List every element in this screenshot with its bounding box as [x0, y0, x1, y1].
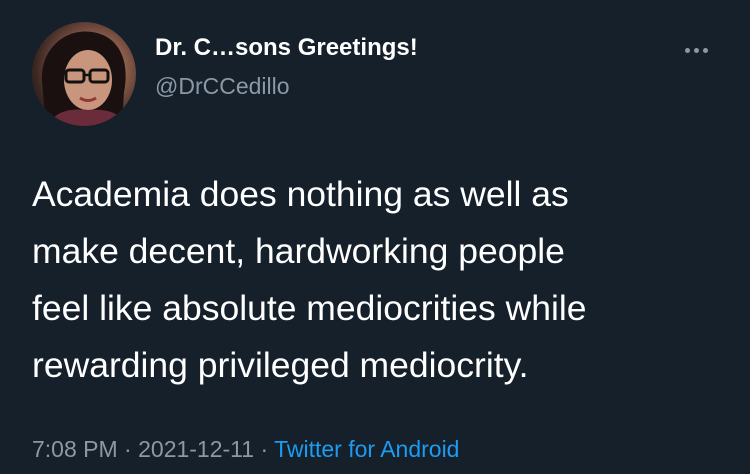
more-options-icon[interactable]	[674, 40, 718, 60]
meta-separator: ·	[124, 436, 132, 462]
more-dot	[693, 47, 699, 53]
tweet-card: Dr. C…sons Greetings! @DrCCedillo Academ…	[0, 0, 750, 474]
meta-separator: ·	[260, 436, 269, 462]
tweet-text-line: Academia does nothing as well as	[32, 174, 569, 214]
tweet-text-line: feel like absolute mediocrities while	[32, 288, 587, 328]
tweet-metadata: 7:08 PM · 2021-12-11 · Twitter for Andro…	[32, 436, 459, 463]
tweet-text-line: rewarding privileged mediocrity.	[32, 345, 529, 385]
more-dot	[702, 47, 708, 53]
avatar-image	[41, 31, 126, 126]
tweet-date[interactable]: 2021-12-11	[138, 436, 254, 462]
tweet-time[interactable]: 7:08 PM	[32, 436, 118, 462]
tweet-text-line: make decent, hardworking people	[32, 231, 565, 271]
tweet-source-link[interactable]: Twitter for Android	[274, 436, 459, 462]
author-display-name[interactable]: Dr. C…sons Greetings!	[155, 34, 418, 62]
author-handle[interactable]: @DrCCedillo	[155, 73, 290, 100]
more-dot	[684, 47, 690, 53]
tweet-text: Academia does nothing as well as make de…	[32, 166, 732, 394]
avatar[interactable]	[32, 22, 136, 126]
